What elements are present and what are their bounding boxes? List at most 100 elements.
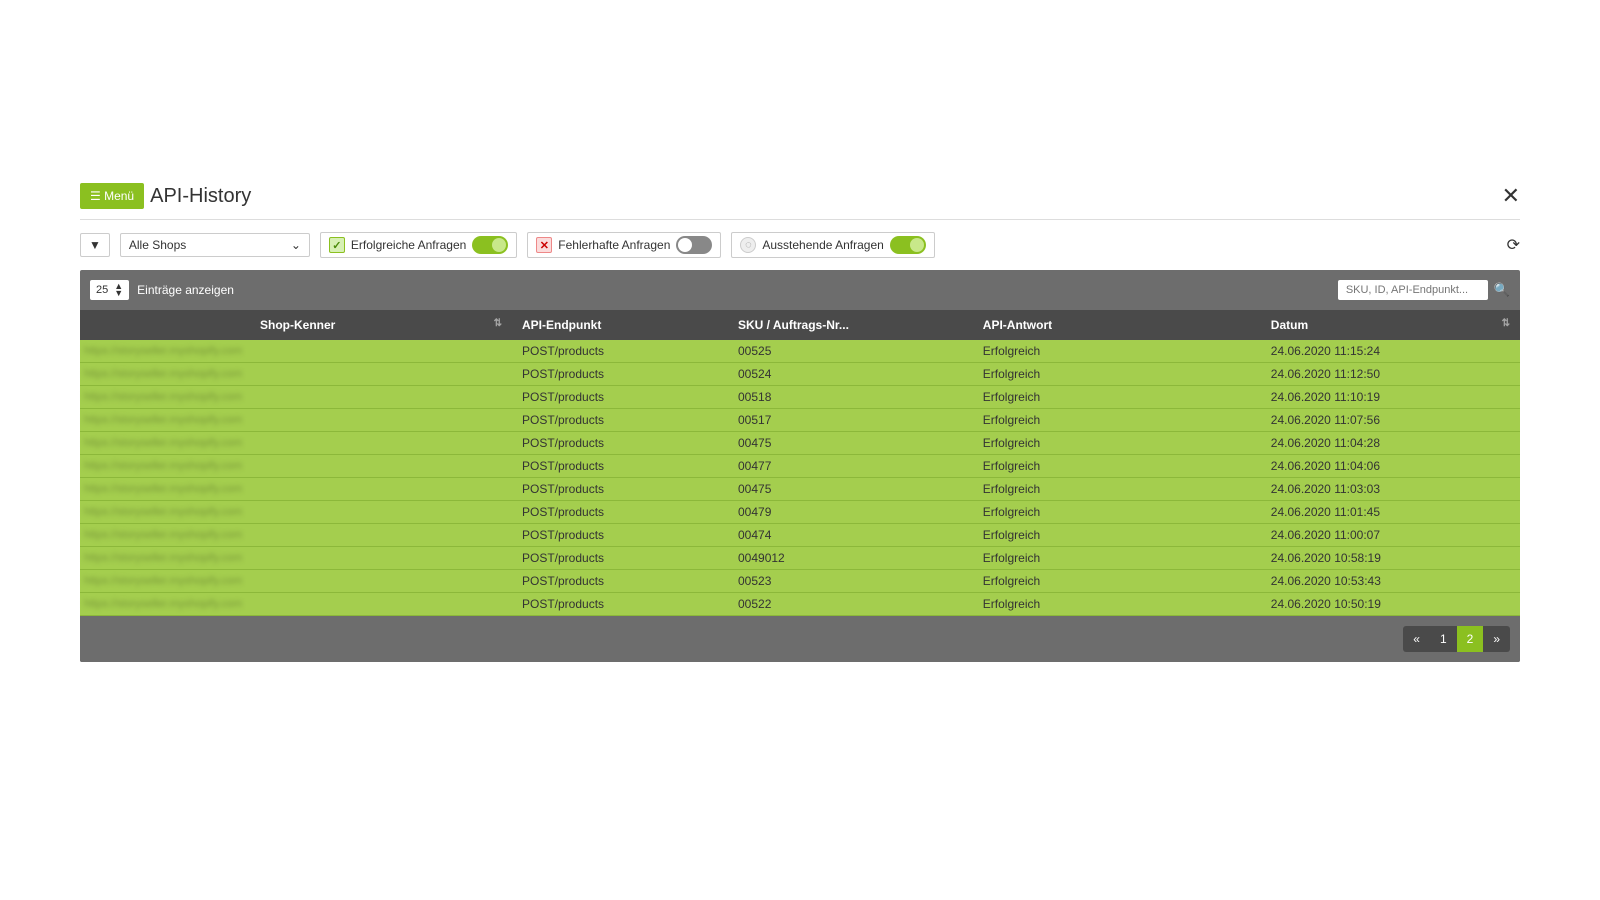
cell-response: Erfolgreich — [973, 455, 1261, 478]
cell-date: 24.06.2020 10:53:43 — [1261, 570, 1520, 593]
cell-shop: https://storyseller.myshopify.com — [80, 455, 512, 478]
double-chevron-right-icon: » — [1493, 632, 1500, 646]
cell-shop: https://storyseller.myshopify.com — [80, 524, 512, 547]
page-first[interactable]: « — [1403, 626, 1430, 652]
cell-endpoint: POST/products — [512, 501, 728, 524]
cell-sku: 00524 — [728, 363, 973, 386]
filter-pending: ◌ Ausstehende Anfragen — [731, 232, 934, 258]
page-size-value: 25 — [96, 284, 108, 296]
shop-select-value: Alle Shops — [129, 238, 186, 252]
stepper-icon: ▲▼ — [114, 283, 123, 297]
cell-endpoint: POST/products — [512, 478, 728, 501]
page-next[interactable]: » — [1483, 626, 1510, 652]
page-2[interactable]: 2 — [1457, 626, 1484, 652]
cell-date: 24.06.2020 11:10:19 — [1261, 386, 1520, 409]
cell-response: Erfolgreich — [973, 409, 1261, 432]
table-row[interactable]: https://storyseller.myshopify.comPOST/pr… — [80, 455, 1520, 478]
table-row[interactable]: https://storyseller.myshopify.comPOST/pr… — [80, 432, 1520, 455]
filter-pending-label: Ausstehende Anfragen — [762, 238, 883, 252]
cell-shop: https://storyseller.myshopify.com — [80, 570, 512, 593]
page-title: API-History — [150, 185, 251, 208]
table-row[interactable]: https://storyseller.myshopify.comPOST/pr… — [80, 409, 1520, 432]
page-1[interactable]: 1 — [1430, 626, 1457, 652]
filter-error: ✕ Fehlerhafte Anfragen — [527, 232, 721, 258]
filter-success-label: Erfolgreiche Anfragen — [351, 238, 466, 252]
filter-success: ✓ Erfolgreiche Anfragen — [320, 232, 517, 258]
cell-endpoint: POST/products — [512, 593, 728, 616]
x-icon: ✕ — [536, 237, 552, 253]
search-button[interactable]: 🔍 — [1494, 282, 1510, 298]
cell-sku: 00517 — [728, 409, 973, 432]
col-sku[interactable]: SKU / Auftrags-Nr... — [728, 310, 973, 340]
cell-endpoint: POST/products — [512, 570, 728, 593]
cell-endpoint: POST/products — [512, 409, 728, 432]
col-date[interactable]: Datum ⇅ — [1261, 310, 1520, 340]
cell-endpoint: POST/products — [512, 386, 728, 409]
cell-response: Erfolgreich — [973, 501, 1261, 524]
close-icon: ✕ — [1502, 183, 1520, 208]
cell-response: Erfolgreich — [973, 547, 1261, 570]
search-input[interactable] — [1338, 280, 1488, 300]
cell-response: Erfolgreich — [973, 340, 1261, 363]
cell-shop: https://storyseller.myshopify.com — [80, 386, 512, 409]
cell-shop: https://storyseller.myshopify.com — [80, 432, 512, 455]
cell-date: 24.06.2020 11:07:56 — [1261, 409, 1520, 432]
cell-sku: 00475 — [728, 478, 973, 501]
double-chevron-left-icon: « — [1413, 632, 1420, 646]
cell-response: Erfolgreich — [973, 524, 1261, 547]
cell-date: 24.06.2020 11:01:45 — [1261, 501, 1520, 524]
toggle-error[interactable] — [676, 236, 712, 254]
cell-endpoint: POST/products — [512, 432, 728, 455]
search-icon: 🔍 — [1494, 282, 1510, 297]
menu-button[interactable]: ☰ Menü — [80, 183, 144, 209]
refresh-button[interactable]: ⟳ — [1507, 235, 1520, 255]
col-endpoint[interactable]: API-Endpunkt — [512, 310, 728, 340]
cell-response: Erfolgreich — [973, 363, 1261, 386]
cell-sku: 00477 — [728, 455, 973, 478]
cell-date: 24.06.2020 10:50:19 — [1261, 593, 1520, 616]
cell-date: 24.06.2020 11:04:06 — [1261, 455, 1520, 478]
table-row[interactable]: https://storyseller.myshopify.comPOST/pr… — [80, 501, 1520, 524]
table-row[interactable]: https://storyseller.myshopify.comPOST/pr… — [80, 363, 1520, 386]
toggle-success[interactable] — [472, 236, 508, 254]
cell-response: Erfolgreich — [973, 386, 1261, 409]
cell-sku: 00518 — [728, 386, 973, 409]
table-row[interactable]: https://storyseller.myshopify.comPOST/pr… — [80, 478, 1520, 501]
cell-sku: 00475 — [728, 432, 973, 455]
table-row[interactable]: https://storyseller.myshopify.comPOST/pr… — [80, 593, 1520, 616]
cell-shop: https://storyseller.myshopify.com — [80, 593, 512, 616]
cell-shop: https://storyseller.myshopify.com — [80, 340, 512, 363]
cell-date: 24.06.2020 11:15:24 — [1261, 340, 1520, 363]
cell-sku: 00522 — [728, 593, 973, 616]
col-shop[interactable]: Shop-Kenner ⇅ — [80, 310, 512, 340]
filter-button[interactable]: ▼ — [80, 233, 110, 257]
table-row[interactable]: https://storyseller.myshopify.comPOST/pr… — [80, 386, 1520, 409]
cell-endpoint: POST/products — [512, 340, 728, 363]
cell-sku: 00474 — [728, 524, 973, 547]
cell-endpoint: POST/products — [512, 547, 728, 570]
cell-shop: https://storyseller.myshopify.com — [80, 363, 512, 386]
entries-label: Einträge anzeigen — [137, 283, 234, 297]
chevron-down-icon: ⌄ — [291, 238, 301, 252]
toggle-pending[interactable] — [890, 236, 926, 254]
cell-date: 24.06.2020 11:00:07 — [1261, 524, 1520, 547]
cell-shop: https://storyseller.myshopify.com — [80, 547, 512, 570]
cell-endpoint: POST/products — [512, 455, 728, 478]
close-button[interactable]: ✕ — [1502, 183, 1520, 209]
cell-sku: 00525 — [728, 340, 973, 363]
col-response[interactable]: API-Antwort — [973, 310, 1261, 340]
shop-select[interactable]: Alle Shops ⌄ — [120, 233, 310, 257]
table-row[interactable]: https://storyseller.myshopify.comPOST/pr… — [80, 524, 1520, 547]
filter-error-label: Fehlerhafte Anfragen — [558, 238, 670, 252]
cell-endpoint: POST/products — [512, 524, 728, 547]
table-row[interactable]: https://storyseller.myshopify.comPOST/pr… — [80, 340, 1520, 363]
cell-date: 24.06.2020 10:58:19 — [1261, 547, 1520, 570]
page-size-select[interactable]: 25 ▲▼ — [90, 280, 129, 300]
table-row[interactable]: https://storyseller.myshopify.comPOST/pr… — [80, 547, 1520, 570]
cell-sku: 00479 — [728, 501, 973, 524]
cell-shop: https://storyseller.myshopify.com — [80, 501, 512, 524]
cell-sku: 00523 — [728, 570, 973, 593]
table-row[interactable]: https://storyseller.myshopify.comPOST/pr… — [80, 570, 1520, 593]
sort-icon: ⇅ — [494, 318, 502, 329]
cell-sku: 0049012 — [728, 547, 973, 570]
